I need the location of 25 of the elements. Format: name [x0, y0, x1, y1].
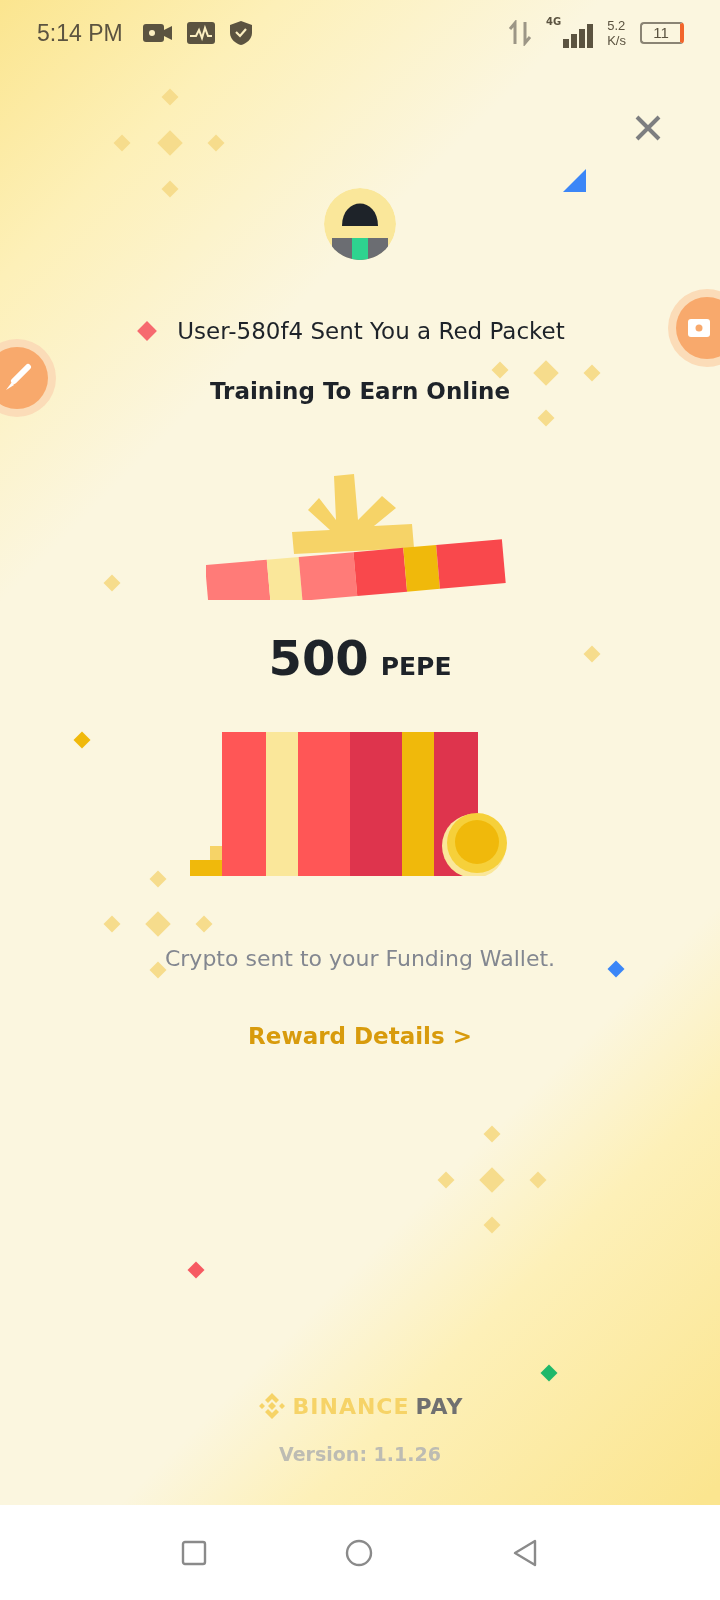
data-arrows-icon [508, 20, 533, 46]
brand-name: BINANCE [292, 1393, 410, 1419]
video-camera-icon [142, 22, 173, 44]
home-button[interactable] [345, 1538, 373, 1567]
reward-amount: 500 [268, 630, 369, 686]
close-button[interactable] [633, 113, 663, 143]
status-time: 5:14 PM [37, 19, 123, 47]
network-speed: 5.2 [607, 18, 626, 33]
activity-icon [186, 22, 215, 44]
battery-indicator: 11 [640, 22, 684, 44]
recents-button[interactable] [181, 1539, 207, 1566]
sender-message: User-580f4 Sent You a Red Packet [177, 318, 565, 344]
wallet-note: Crypto sent to your Funding Wallet. [164, 946, 556, 971]
reward-details-link[interactable]: Reward Details > [248, 1023, 472, 1049]
network-type: 4G [546, 16, 562, 27]
shield-icon [228, 20, 253, 46]
avatar [324, 188, 396, 260]
signal-icon [563, 24, 594, 48]
speed-unit: K/s [607, 33, 626, 48]
packet-title: Training To Earn Online [209, 378, 511, 404]
currency-code: PEPE [380, 652, 452, 681]
version-label: Version: 1.1.26 [279, 1443, 441, 1465]
confetti-icon [563, 169, 586, 192]
brand-suffix: PAY [415, 1393, 464, 1419]
back-button[interactable] [511, 1538, 539, 1567]
